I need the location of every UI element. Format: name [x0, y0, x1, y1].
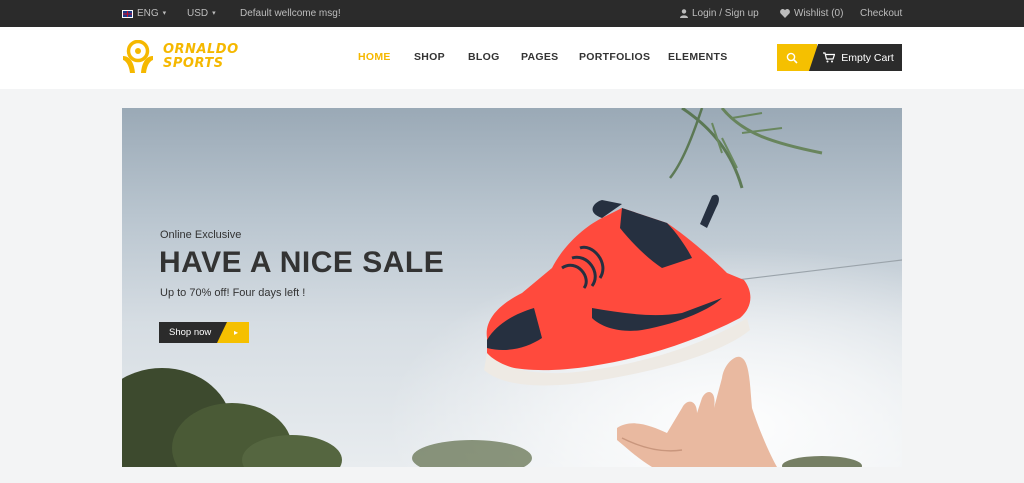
- currency-selector[interactable]: USD ▾: [187, 0, 216, 27]
- cart-button[interactable]: Empty Cart: [809, 44, 902, 71]
- wishlist-link[interactable]: Wishlist (0): [780, 0, 843, 27]
- heart-icon: [780, 9, 790, 18]
- nav-elements[interactable]: ELEMENTS: [668, 27, 728, 89]
- wishlist-label: Wishlist (0): [794, 8, 844, 19]
- checkout-link[interactable]: Checkout: [860, 0, 902, 27]
- hero-eyebrow: Online Exclusive: [160, 229, 242, 241]
- hero-title: HAVE A NICE SALE: [159, 246, 445, 279]
- language-selector[interactable]: ENG ▾: [122, 0, 166, 27]
- main-header: ORNALDO SPORTS HOME SHOP BLOG PAGES PORT…: [0, 27, 1024, 89]
- cart-label: Empty Cart: [841, 51, 894, 64]
- chevron-down-icon: ▾: [162, 10, 167, 17]
- search-icon: [786, 52, 798, 64]
- welcome-message: Default wellcome msg!: [240, 8, 341, 19]
- nav-shop[interactable]: SHOP: [414, 27, 445, 89]
- shop-now-button[interactable]: Shop now ▸: [159, 322, 249, 343]
- uk-flag-icon: [122, 9, 133, 18]
- shop-now-label: Shop now: [159, 322, 227, 343]
- nav-portfolios[interactable]: PORTFOLIOS: [579, 27, 650, 89]
- hand-graphic: [617, 356, 777, 467]
- top-bar: ENG ▾ USD ▾ Default wellcome msg! Login …: [0, 0, 1024, 27]
- hero-subtitle: Up to 70% off! Four days left !: [160, 287, 306, 299]
- chevron-down-icon: ▾: [212, 10, 216, 17]
- login-label: Login / Sign up: [692, 8, 759, 19]
- cart-icon: [823, 52, 836, 63]
- login-link[interactable]: Login / Sign up: [680, 0, 759, 27]
- language-label: ENG: [137, 8, 159, 19]
- palm-leaves-graphic: [669, 108, 823, 189]
- nav-home[interactable]: HOME: [358, 27, 391, 89]
- nav-pages[interactable]: PAGES: [521, 27, 558, 89]
- nav-blog[interactable]: BLOG: [468, 27, 500, 89]
- user-icon: [680, 9, 688, 18]
- sneaker-graphic: [484, 194, 751, 386]
- currency-label: USD: [187, 8, 209, 19]
- hero-banner[interactable]: Online Exclusive HAVE A NICE SALE Up to …: [122, 108, 902, 467]
